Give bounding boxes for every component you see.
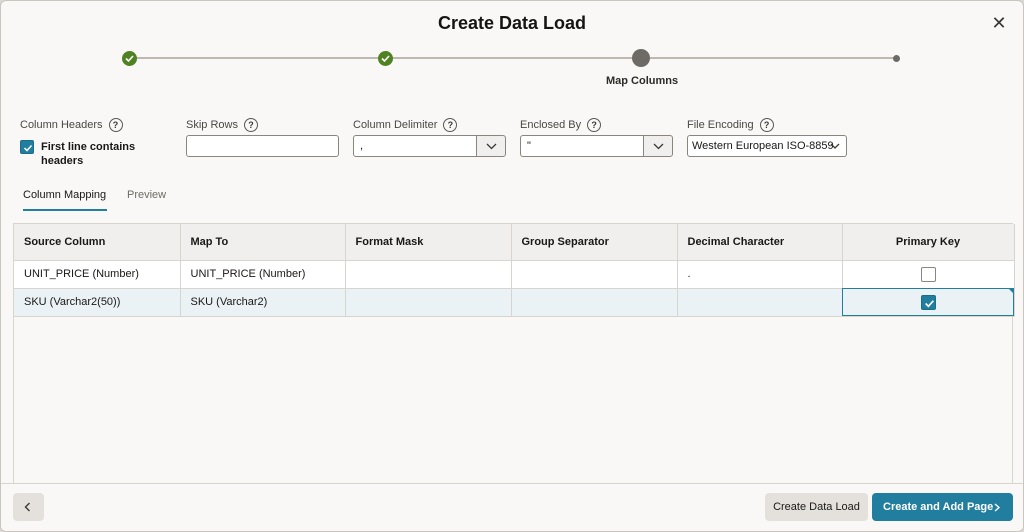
cell-focus-corner (1008, 288, 1014, 294)
enclosed-by-dropdown-button[interactable] (643, 135, 673, 157)
help-icon[interactable]: ? (587, 118, 602, 132)
chevron-down-icon (486, 143, 497, 150)
first-line-headers-checkbox[interactable] (20, 140, 34, 154)
file-encoding-label: File Encoding ? (687, 118, 774, 132)
chevron-down-icon (653, 143, 664, 150)
column-mapping-grid: Source Column Map To Format Mask Group S… (13, 223, 1015, 485)
stepper-track (129, 57, 896, 59)
format-mask-cell[interactable] (345, 260, 512, 289)
help-icon[interactable]: ? (108, 118, 123, 132)
step-4-future (893, 55, 900, 62)
column-delimiter-dropdown-button[interactable] (476, 135, 506, 157)
chevron-down-icon (830, 143, 840, 149)
create-data-load-dialog: Create Data Load ✕ Map Columns Column He… (0, 0, 1024, 532)
map-to-cell[interactable]: UNIT_PRICE (Number) (180, 260, 346, 289)
column-header-decimal-character[interactable]: Decimal Character (677, 224, 843, 261)
previous-button[interactable] (13, 493, 44, 521)
source-column-cell[interactable]: UNIT_PRICE (Number) (14, 260, 181, 289)
check-icon (23, 144, 33, 152)
column-header-format-mask[interactable]: Format Mask (345, 224, 512, 261)
primary-key-checkbox[interactable] (920, 294, 936, 310)
column-header-group-separator[interactable]: Group Separator (511, 224, 678, 261)
enclosed-by-label: Enclosed By ? (520, 118, 602, 132)
check-icon (924, 299, 934, 307)
format-mask-cell[interactable] (345, 288, 512, 317)
step-3-label: Map Columns (606, 75, 679, 87)
create-and-add-page-button[interactable]: Create and Add Page (872, 493, 1013, 521)
primary-key-checkbox[interactable] (920, 266, 936, 282)
dialog-footer (1, 483, 1023, 531)
help-icon[interactable]: ? (443, 118, 458, 132)
column-header-primary-key[interactable]: Primary Key (842, 224, 1015, 261)
mapping-table: Source Column Map To Format Mask Group S… (14, 224, 1015, 317)
skip-rows-label: Skip Rows ? (186, 118, 258, 132)
dialog-title: Create Data Load (437, 13, 587, 33)
enclosed-by-input[interactable]: " (520, 135, 644, 157)
chevron-right-icon (994, 503, 1000, 512)
group-separator-cell[interactable] (511, 260, 678, 289)
column-header-map-to[interactable]: Map To (180, 224, 346, 261)
column-headers-label: Column Headers ? (20, 118, 123, 132)
column-delimiter-label: Column Delimiter ? (353, 118, 458, 132)
primary-key-cell[interactable] (842, 288, 1015, 317)
column-header-source[interactable]: Source Column (14, 224, 181, 261)
column-delimiter-input[interactable]: , (353, 135, 477, 157)
table-row[interactable]: UNIT_PRICE (Number) UNIT_PRICE (Number) … (14, 260, 1015, 289)
primary-key-cell[interactable] (842, 260, 1015, 289)
map-to-cell[interactable]: SKU (Varchar2) (180, 288, 346, 317)
decimal-character-cell[interactable] (677, 288, 843, 317)
create-data-load-button[interactable]: Create Data Load (765, 493, 868, 521)
help-icon[interactable]: ? (243, 118, 258, 132)
step-1-complete[interactable] (122, 51, 137, 66)
active-tab-indicator (23, 209, 107, 211)
table-row[interactable]: SKU (Varchar2(50)) SKU (Varchar2) (14, 288, 1015, 317)
source-column-cell[interactable]: SKU (Varchar2(50)) (14, 288, 181, 317)
step-3-current[interactable] (632, 49, 650, 67)
close-icon[interactable]: ✕ (989, 13, 1009, 33)
help-icon[interactable]: ? (759, 118, 774, 132)
create-and-add-page-label: Create and Add Page (883, 501, 994, 513)
group-separator-cell[interactable] (511, 288, 678, 317)
check-icon (381, 55, 390, 63)
chevron-left-icon (24, 502, 30, 512)
file-encoding-select[interactable]: Western European ISO-8859 (687, 135, 847, 157)
table-header-row: Source Column Map To Format Mask Group S… (14, 224, 1015, 261)
decimal-character-cell[interactable]: . (677, 260, 843, 289)
skip-rows-input[interactable] (186, 135, 339, 157)
tab-column-mapping[interactable]: Column Mapping (23, 189, 106, 201)
file-encoding-value: Western European ISO-8859 (692, 140, 834, 152)
first-line-headers-text: First line contains headers (41, 141, 136, 167)
check-icon (125, 55, 134, 63)
step-2-complete[interactable] (378, 51, 393, 66)
tab-preview[interactable]: Preview (127, 189, 166, 201)
